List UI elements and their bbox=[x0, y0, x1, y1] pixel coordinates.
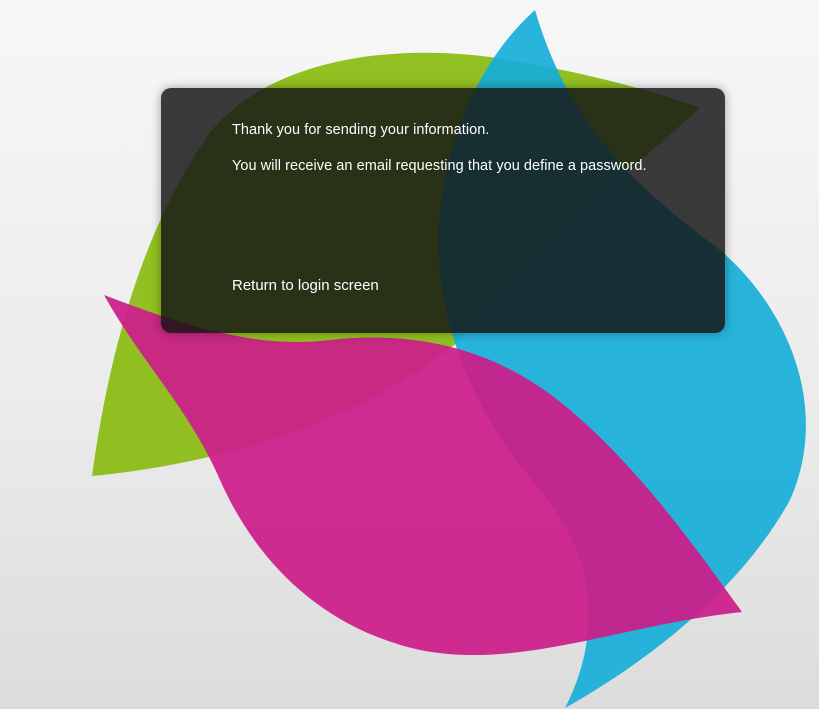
return-to-login-link[interactable]: Return to login screen bbox=[232, 277, 379, 294]
login-confirmation-screen: Thank you for sending your information. … bbox=[0, 0, 819, 709]
email-instruction-message: You will receive an email requesting tha… bbox=[232, 158, 647, 174]
confirmation-dialog: Thank you for sending your information. … bbox=[161, 88, 725, 333]
confirmation-message: Thank you for sending your information. bbox=[232, 122, 490, 138]
